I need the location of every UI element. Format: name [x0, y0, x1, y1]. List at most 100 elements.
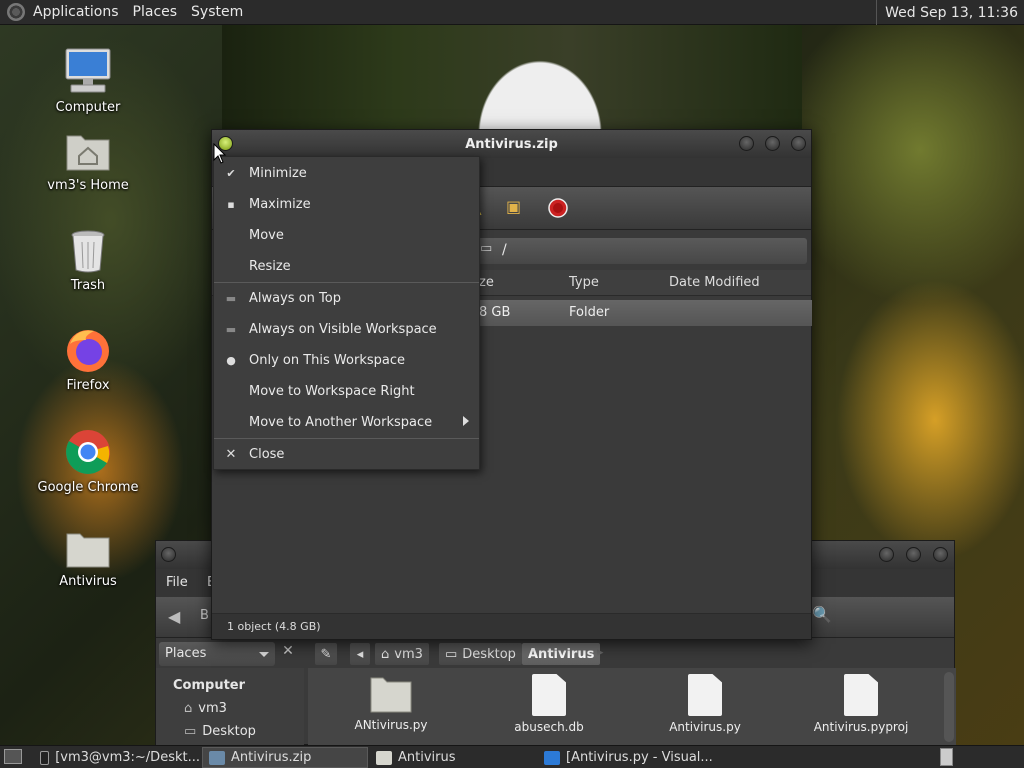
sidebar-item-vm3[interactable]: ⌂ vm3	[184, 701, 227, 716]
menu-item-label: Only on This Workspace	[249, 352, 405, 368]
menu-item-resize[interactable]: Resize	[214, 252, 479, 280]
menu-item-minimize[interactable]: ✔ Minimize	[214, 159, 479, 187]
sidebar-item-label: Desktop	[202, 724, 256, 739]
chrome-icon	[66, 430, 110, 474]
status-bar: 1 object (4.8 GB)	[212, 613, 811, 639]
clock[interactable]: Wed Sep 13, 11:36	[876, 0, 1024, 25]
trash-applet-icon[interactable]	[940, 748, 953, 766]
bottom-panel: [vm3@vm3:~/Deskt... Antivirus.zip Antivi…	[0, 745, 1024, 768]
close-icon: ✕	[225, 446, 237, 462]
file-name: ANtivirus.py	[354, 718, 428, 732]
mouse-cursor-icon	[213, 143, 227, 164]
breadcrumb-desktop[interactable]: ▭ Desktop	[439, 643, 522, 665]
desktop-icon-computer[interactable]: Computer	[28, 46, 148, 115]
menu-item-move[interactable]: Move	[214, 221, 479, 249]
computer-icon	[65, 48, 111, 93]
table-row[interactable]: 8 GB Folder	[477, 300, 812, 326]
taskbar-item-terminal[interactable]: [vm3@vm3:~/Deskt...	[34, 747, 200, 768]
sidebar: Computer ⌂ vm3 ▭ Desktop	[156, 668, 304, 746]
column-type[interactable]: Type	[569, 275, 599, 290]
menu-item-maximize[interactable]: ▪ Maximize	[214, 190, 479, 218]
back-label[interactable]: B	[200, 608, 209, 623]
firefox-icon	[67, 330, 109, 372]
desktop-icon-antivirus[interactable]: Antivirus	[28, 530, 148, 589]
menu-item-label: Move to Another Workspace	[249, 414, 433, 430]
stop-icon[interactable]	[548, 198, 568, 218]
file-item[interactable]: abusech.db	[494, 674, 604, 734]
folder-icon	[370, 677, 412, 713]
folder-small-icon: ▭	[480, 241, 493, 256]
folder-icon	[66, 533, 110, 568]
desktop-icon-label: Google Chrome	[37, 480, 139, 495]
breadcrumb-label: Desktop	[462, 646, 516, 662]
menu-item-always-visible-workspace[interactable]: ▬ Always on Visible Workspace	[214, 315, 479, 343]
file-item[interactable]: ANtivirus.py	[336, 674, 446, 732]
home-icon: ⌂	[184, 701, 193, 716]
maximize-button[interactable]	[765, 136, 780, 151]
close-button[interactable]	[933, 547, 948, 562]
maximize-button[interactable]	[906, 547, 921, 562]
scrollbar[interactable]	[944, 672, 954, 742]
desktop-icon-trash[interactable]: Trash	[28, 228, 148, 293]
taskbar-item-archive[interactable]: Antivirus.zip	[202, 747, 368, 768]
file-item[interactable]: Antivirus.pyproj	[806, 674, 916, 734]
places-dropdown[interactable]: Places	[159, 642, 275, 666]
menu-item-move-another-workspace[interactable]: Move to Another Workspace	[214, 408, 479, 436]
menu-item-always-on-top[interactable]: ▬ Always on Top	[214, 284, 479, 312]
distro-logo-icon[interactable]	[7, 3, 25, 21]
menu-places[interactable]: Places	[133, 4, 178, 20]
search-icon[interactable]: 🔍	[812, 605, 832, 624]
row-size: 8 GB	[479, 305, 511, 320]
home-folder-icon	[66, 135, 110, 171]
taskbar-item-label: Antivirus	[398, 750, 456, 765]
folder-small-icon: ▭	[445, 646, 458, 662]
back-arrow-icon[interactable]: ◀	[168, 607, 180, 626]
column-size[interactable]: ze	[479, 275, 494, 290]
archive-icon	[209, 750, 225, 765]
menu-item-only-this-workspace[interactable]: ● Only on This Workspace	[214, 346, 479, 374]
archive-titlebar[interactable]: Antivirus.zip	[212, 130, 811, 158]
close-button[interactable]	[791, 136, 806, 151]
menu-applications[interactable]: Applications	[33, 4, 119, 20]
menu-system[interactable]: System	[191, 4, 243, 20]
file-name: Antivirus.pyproj	[813, 720, 909, 734]
window-title: Antivirus.zip	[465, 136, 558, 152]
menu-file[interactable]: File	[166, 575, 188, 590]
edit-location-button[interactable]: ✎	[315, 643, 337, 665]
menu-item-move-workspace-right[interactable]: Move to Workspace Right	[214, 377, 479, 405]
taskbar-item-vscode[interactable]: [Antivirus.py - Visual...	[538, 747, 728, 768]
desktop-icon-home[interactable]: vm3's Home	[28, 128, 148, 193]
desktop-icon-chrome[interactable]: Google Chrome	[28, 428, 148, 495]
desktop-icon-firefox[interactable]: Firefox	[28, 326, 148, 393]
trash-icon	[71, 230, 105, 273]
minimize-button[interactable]	[879, 547, 894, 562]
desktop-icon-label: Trash	[70, 278, 106, 293]
chevron-right-icon[interactable]: ▸	[597, 645, 604, 660]
close-sidebar-icon[interactable]: ✕	[278, 643, 298, 665]
column-date-modified[interactable]: Date Modified	[669, 275, 760, 290]
document-icon	[532, 674, 566, 716]
menu-item-close[interactable]: ✕ Close	[214, 440, 479, 468]
file-item[interactable]: Antivirus.py	[650, 674, 760, 734]
places-label: Places	[165, 646, 207, 661]
window-menu-button[interactable]	[161, 547, 176, 562]
breadcrumb-vm3[interactable]: ⌂ vm3	[375, 643, 429, 665]
radio-dot-icon: ●	[226, 353, 236, 367]
sidebar-item-desktop[interactable]: ▭ Desktop	[184, 724, 256, 739]
terminal-icon	[40, 750, 50, 765]
minimize-button[interactable]	[739, 136, 754, 151]
show-desktop-icon[interactable]	[4, 749, 22, 764]
dash-icon: ▬	[225, 291, 237, 305]
taskbar-item-label: [vm3@vm3:~/Deskt...	[55, 750, 200, 765]
breadcrumb-label: Antivirus	[528, 646, 595, 662]
desktop-icon-label: Firefox	[66, 378, 110, 393]
folder-small-icon	[376, 750, 392, 765]
menu-item-label: Always on Visible Workspace	[249, 321, 437, 337]
breadcrumb-back-button[interactable]: ◂	[350, 643, 370, 665]
taskbar-item-file-manager[interactable]: Antivirus	[370, 747, 536, 768]
breadcrumb-antivirus[interactable]: Antivirus	[522, 643, 601, 665]
menu-separator	[214, 438, 479, 439]
location-path: /	[502, 242, 507, 258]
location-field[interactable]	[477, 238, 807, 264]
add-files-icon[interactable]: ▣	[506, 197, 521, 216]
